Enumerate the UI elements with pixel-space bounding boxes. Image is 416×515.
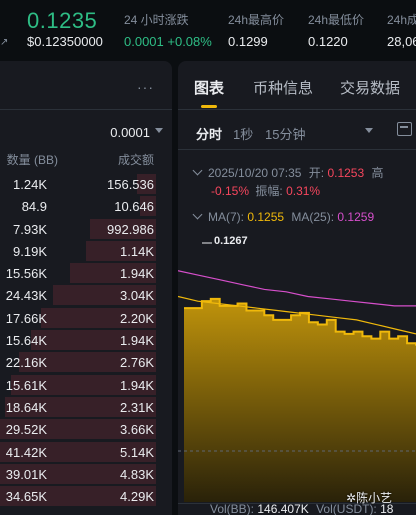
last-price: 0.1235: [27, 8, 98, 33]
ohlc-change: -0.15%: [211, 184, 250, 198]
stat-high-value: 0.1299: [228, 34, 268, 49]
ma7-label: MA(7):: [208, 210, 244, 224]
order-book-row[interactable]: 17.66K 2.20K: [0, 307, 172, 329]
order-book-panel: ··· 0.0001 数量 (BB) 成交额 1.24K 156.536 84.9 1…: [0, 61, 172, 515]
row-volume: 4.29K: [120, 489, 154, 505]
chart-panel: 图表 币种信息 交易数据 分时 1秒 15分钟 2025/10/20 07:35…: [178, 61, 416, 515]
order-book-row[interactable]: 7.93K 992.986: [0, 218, 172, 240]
row-volume: 1.94K: [120, 266, 154, 282]
row-volume: 1.94K: [120, 377, 154, 393]
row-amount: 29.52K: [5, 422, 47, 438]
ohlc-high-label: 高: [371, 166, 384, 180]
row-amount: 39.01K: [5, 466, 47, 482]
order-book-row[interactable]: 34.65K 4.29K: [0, 485, 172, 507]
row-amount: 17.66K: [5, 310, 47, 326]
stat-volume-label: 24h成: [387, 13, 416, 27]
row-volume: 2.20K: [120, 310, 154, 326]
star-icon[interactable]: ↗: [0, 37, 8, 48]
row-amount: 15.64K: [5, 333, 47, 349]
order-book-row[interactable]: 24.43K 3.04K: [0, 284, 172, 306]
order-book-row[interactable]: 9.19K 1.14K: [0, 240, 172, 262]
row-amount: 22.16K: [5, 355, 47, 371]
chevron-down-icon[interactable]: [365, 128, 373, 133]
order-book-row[interactable]: 84.9 10.646: [0, 195, 172, 217]
row-amount: 7.93K: [13, 221, 47, 237]
chevron-down-icon[interactable]: [192, 209, 203, 220]
ohlc-open-label: 开:: [308, 166, 325, 180]
timeframe-line[interactable]: 分时: [196, 124, 222, 143]
tab-chart[interactable]: 图表: [194, 77, 224, 98]
ohlc-amplitude-label: 振幅:: [255, 184, 283, 198]
row-volume: 3.66K: [120, 422, 154, 438]
order-book-row[interactable]: 18.64K 2.31K: [0, 396, 172, 418]
row-amount: 1.24K: [13, 177, 47, 192]
ma25-value: 0.1259: [337, 210, 375, 224]
column-header-volume: 成交额: [117, 153, 154, 167]
high-price-marker: 0.1267: [214, 235, 248, 247]
timeframe-1s[interactable]: 1秒: [233, 124, 253, 143]
row-amount: 15.56K: [5, 266, 47, 282]
precision-select[interactable]: 0.0001: [110, 125, 150, 140]
row-amount: 18.64K: [5, 399, 47, 415]
ohlc-amplitude: 0.31%: [286, 184, 321, 198]
last-price-fiat: $0.12350000: [27, 34, 103, 49]
stat-low-value: 0.1220: [308, 34, 348, 49]
ohlc-row-1: 2025/10/20 07:35 开: 0.1253 高: [192, 164, 384, 181]
order-book-row[interactable]: 29.52K 3.66K: [0, 418, 172, 440]
row-volume: 10.646: [114, 199, 154, 215]
row-volume: 3.04K: [120, 288, 154, 304]
ohlc-row-2: -0.15% 振幅: 0.31%: [211, 182, 320, 199]
ma-row: MA(7): 0.1255 MA(25): 0.1259: [192, 209, 375, 224]
order-book-row[interactable]: 1.24K 156.536: [0, 173, 172, 195]
divider: [0, 109, 172, 110]
ticker-header: ↗ 0.1235 $0.12350000 24 小时涨跌 0.0001 +0.0…: [0, 0, 416, 58]
order-book-row[interactable]: 15.61K 1.94K: [0, 374, 172, 396]
ma25-label: MA(25):: [291, 210, 335, 224]
ohlc-open-value: 0.1253: [327, 166, 365, 180]
column-header-amount: 数量 (BB): [6, 153, 58, 167]
row-amount: 9.19K: [13, 243, 47, 259]
order-book-row[interactable]: 39.01K 4.83K: [0, 463, 172, 485]
stat-change-value: 0.0001 +0.08%: [124, 34, 212, 49]
row-volume: 4.83K: [120, 466, 154, 482]
watermark: ✲陈小艺: [346, 491, 393, 505]
price-chart-svg: [178, 242, 416, 502]
row-amount: 34.65K: [5, 489, 47, 505]
stat-volume-value: 28,06: [387, 34, 416, 49]
volume-value: 146.407K: [257, 502, 309, 515]
chevron-down-icon[interactable]: [155, 128, 163, 133]
order-book-row[interactable]: 41.42K 5.14K: [0, 441, 172, 463]
order-book-row[interactable]: 15.64K 1.94K: [0, 329, 172, 351]
stat-high-label: 24h最高价: [228, 13, 285, 27]
price-area: [184, 298, 416, 502]
chevron-down-icon[interactable]: [192, 165, 203, 176]
row-amount: 15.61K: [5, 377, 47, 393]
row-volume: 1.14K: [120, 243, 154, 259]
calendar-icon[interactable]: [397, 122, 412, 136]
volume-label: Vol(BB):: [210, 502, 255, 515]
timeframe-15m[interactable]: 15分钟: [265, 124, 305, 143]
order-book-rows: 1.24K 156.536 84.9 10.646 7.93K 992.986 9.19K 1…: [0, 173, 172, 507]
order-book-row[interactable]: 22.16K 2.76K: [0, 351, 172, 373]
stat-low-label: 24h最低价: [308, 13, 365, 27]
more-icon[interactable]: ···: [137, 79, 154, 95]
row-volume: 5.14K: [120, 444, 154, 460]
row-volume: 2.76K: [120, 355, 154, 371]
order-book-row[interactable]: 15.56K 1.94K: [0, 262, 172, 284]
row-volume: 992.986: [107, 221, 154, 237]
ohlc-datetime: 2025/10/20 07:35: [208, 166, 302, 180]
stat-change-label: 24 小时涨跌: [124, 13, 189, 27]
active-tab-indicator: [201, 105, 217, 108]
row-volume: 156.536: [107, 177, 154, 192]
tab-coin-info[interactable]: 币种信息: [253, 77, 313, 98]
row-amount: 41.42K: [5, 444, 47, 460]
row-volume: 1.94K: [120, 333, 154, 349]
tab-trading-data[interactable]: 交易数据: [340, 77, 400, 98]
row-amount: 84.9: [21, 199, 47, 215]
price-chart[interactable]: 2025/10/20 07:35 开: 0.1253 高 -0.15% 振幅: …: [178, 150, 416, 515]
row-volume: 2.31K: [120, 399, 154, 415]
ma7-value: 0.1255: [247, 210, 285, 224]
divider: [178, 109, 416, 110]
row-amount: 24.43K: [5, 288, 47, 304]
